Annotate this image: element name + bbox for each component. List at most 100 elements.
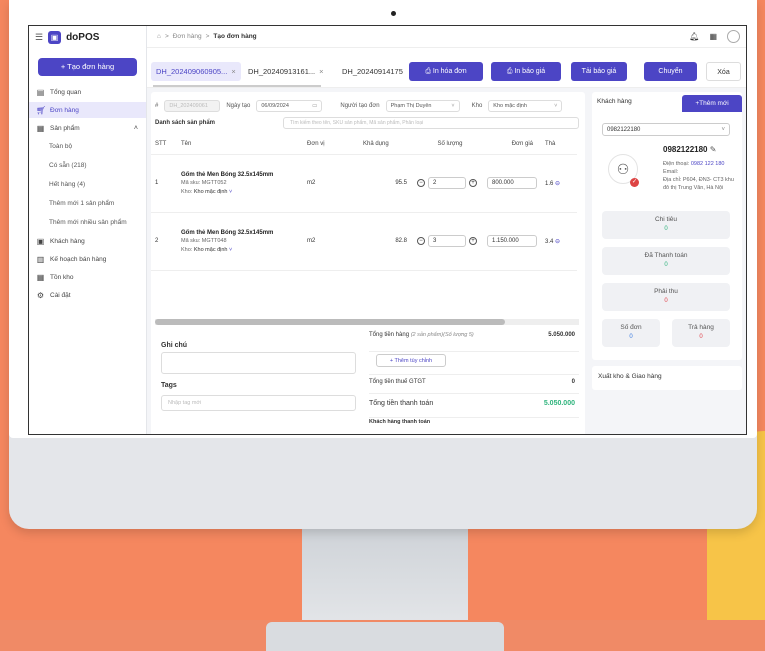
plus-icon[interactable]: + — [469, 237, 477, 245]
sidebar-item-settings[interactable]: ⚙ Cài đặt — [29, 287, 146, 303]
tab-label: DH_20240913161... — [248, 67, 316, 76]
new-order-button[interactable]: + Tạo đơn hàng — [38, 58, 137, 76]
tab-order-3[interactable]: DH_20240914175 — [337, 62, 405, 81]
close-icon[interactable]: × — [231, 67, 235, 76]
minus-icon[interactable]: − — [417, 237, 425, 245]
tab-order-1[interactable]: DH_202409060905... × — [151, 62, 241, 81]
sidebar-item-overview[interactable]: ▤ Tổng quan — [29, 84, 146, 100]
sidebar-item-label: Thêm mới 1 sản phẩm — [49, 200, 115, 207]
warehouse-select[interactable]: Kho mặc định ˅ — [488, 100, 563, 112]
printer-icon: ⎙ — [425, 68, 433, 75]
sidebar-item-label: Sản phẩm — [50, 124, 80, 132]
sidebar-item-in-stock[interactable]: Có sẵn (218) — [29, 157, 146, 174]
created-date-value: 06/09/2024 — [261, 103, 289, 109]
sidebar-item-out-of-stock[interactable]: Hết hàng (4) — [29, 176, 146, 193]
calendar-icon: ▭ — [312, 103, 318, 109]
close-icon[interactable]: × — [319, 67, 323, 76]
sidebar-item-customers[interactable]: ▣ Khách hàng — [29, 233, 146, 249]
sidebar-item-add-many[interactable]: Thêm mới nhiều sản phẩm — [29, 214, 146, 231]
plan-icon: ▥ — [36, 254, 45, 264]
chevron-down-icon[interactable]: ˅ — [229, 189, 232, 195]
print-order-button[interactable]: ⎙ In hóa đơn — [409, 62, 483, 81]
remove-row-icon[interactable]: ⊖ — [555, 239, 560, 245]
warehouse-icon: ▦ — [36, 272, 45, 282]
stat-label: Chi tiêu — [654, 216, 678, 223]
tags-input[interactable]: Nhập tag mới — [161, 395, 356, 411]
transfer-button[interactable]: Chuyển — [644, 62, 697, 81]
sidebar-item-add-one[interactable]: Thêm mới 1 sản phẩm — [29, 195, 146, 212]
sidebar-item-label: Thêm mới nhiều sản phẩm — [49, 219, 127, 226]
sidebar-item-label: Đơn hàng — [50, 106, 79, 114]
row-qty: −2 + — [413, 154, 483, 213]
sidebar-item-inventory[interactable]: ▦ Tồn kho — [29, 269, 146, 285]
apps-grid-icon[interactable]: ▦ — [709, 32, 717, 41]
plus-icon[interactable]: + — [469, 179, 477, 187]
sidebar-item-orders[interactable]: 🛒︎ Đơn hàng — [29, 102, 146, 118]
note-input[interactable] — [161, 352, 356, 374]
chevron-down-icon[interactable]: ˅ — [229, 247, 232, 253]
add-customer-button[interactable]: +Thêm mới — [682, 95, 742, 112]
home-icon[interactable]: ⌂ — [157, 33, 161, 40]
col-price: Đơn giá — [483, 135, 541, 155]
price-input[interactable]: 800.000 — [487, 177, 537, 189]
box-icon: ▦ — [36, 123, 45, 133]
print-order-label: In hóa đơn — [432, 68, 467, 75]
app-name: doPOS — [66, 31, 100, 43]
bell-icon[interactable]: 🔔︎ — [689, 32, 699, 41]
customer-select[interactable]: 0982122180 ˅ — [602, 123, 730, 136]
product-name[interactable]: Gốm thẻ Men Bóng 32.5x145mm — [181, 230, 303, 236]
sidebar-item-label: Hết hàng (4) — [49, 181, 86, 188]
phone-line-value[interactable]: 0982 122 180 — [691, 161, 725, 167]
goods-total-note: (2 sản phẩm)(Số lượng 5) — [410, 332, 474, 338]
sidebar-item-products[interactable]: ▦ Sản phẩm ˄ — [29, 120, 146, 136]
creator-select[interactable]: Phạm Thị Duyên ˅ — [385, 100, 460, 112]
shipping-section[interactable]: Xuất kho & Giao hàng — [592, 366, 742, 390]
cart-icon: 🛒︎ — [36, 105, 47, 115]
product-name[interactable]: Gốm thẻ Men Bóng 32.5x145mm — [181, 172, 303, 178]
hamburger-icon[interactable]: ☰ — [35, 32, 43, 43]
edit-icon[interactable]: ✎ — [710, 145, 717, 154]
remove-row-icon[interactable]: ⊖ — [555, 181, 560, 187]
col-total: Thà — [541, 135, 577, 155]
hash-label: # — [155, 103, 159, 109]
table-row: 1 Gốm thẻ Men Bóng 32.5x145mm Mã sku: MG… — [151, 154, 577, 213]
avatar[interactable] — [727, 30, 740, 43]
chevron-up-icon: ˄ — [133, 124, 138, 132]
product-sku: Mã sku: MGTT052 — [181, 179, 227, 186]
customer-info: Điện thoại: 0982 122 180 Email: Địa chỉ:… — [663, 160, 738, 192]
order-code-input[interactable]: DH_202409061 — [164, 100, 221, 112]
product-list-title: Danh sách sản phẩm — [155, 120, 216, 126]
tab-order-2[interactable]: DH_20240913161... × — [243, 62, 329, 81]
product-sku: Mã sku: MGTT048 — [181, 237, 227, 244]
table-header-row: STT Tên Đơn vị Khả dụng Số lượng Đơn giá… — [151, 135, 577, 155]
goods-total-label: Tổng tiền hàng — [369, 332, 410, 338]
sidebar: ☰ ▣ doPOS + Tạo đơn hàng ▤ Tổng quan 🛒︎ Đơ… — [29, 26, 147, 434]
minus-icon[interactable]: − — [417, 179, 425, 187]
breadcrumb-orders[interactable]: Đơn hàng — [173, 33, 202, 40]
stat-label: Trả hàng — [688, 324, 714, 331]
customer-panel: Khách hàng +Thêm mới 0982122180 ˅ ⚇ ✓ 098… — [592, 92, 742, 360]
created-label: Ngày tạo — [226, 103, 251, 109]
row-price: 800.000 — [483, 154, 541, 213]
product-search-input[interactable]: Tìm kiếm theo tên, SKU sản phẩm, Mã sản … — [283, 117, 579, 129]
qty-input[interactable]: 2 — [428, 177, 466, 189]
delete-button[interactable]: Xóa — [706, 62, 741, 81]
price-input[interactable]: 1.150.000 — [487, 235, 537, 247]
created-date-input[interactable]: 06/09/2024 ▭ — [256, 100, 323, 112]
warehouse-name[interactable]: Kho mặc định — [194, 189, 228, 195]
table-scrollbar[interactable] — [155, 319, 579, 325]
add-custom-button[interactable]: + Thêm tùy chỉnh — [376, 354, 446, 367]
print-quote-button[interactable]: ⎙ In báo giá — [491, 62, 561, 81]
reload-quote-button[interactable]: Tải báo giá — [571, 62, 627, 81]
check-icon: ✓ — [630, 178, 639, 187]
sidebar-item-sales-plan[interactable]: ▥ Kế hoạch bán hàng — [29, 251, 146, 267]
qty-input[interactable]: 3 — [428, 235, 466, 247]
scrollbar-thumb[interactable] — [155, 319, 505, 325]
customer-email: Email: — [663, 169, 679, 175]
sidebar-item-all[interactable]: Toàn bộ — [29, 138, 146, 155]
order-header-row: # DH_202409061 Ngày tạo 06/09/2024 ▭ Ngư… — [151, 96, 585, 116]
stat-paid: Đã Thanh toán 0 — [602, 247, 730, 275]
payment-total-row: Tổng tiền thanh toán 5.050.000 — [369, 400, 579, 418]
customer-select-value: 0982122180 — [607, 127, 641, 133]
warehouse-name[interactable]: Kho mặc định — [194, 247, 228, 253]
